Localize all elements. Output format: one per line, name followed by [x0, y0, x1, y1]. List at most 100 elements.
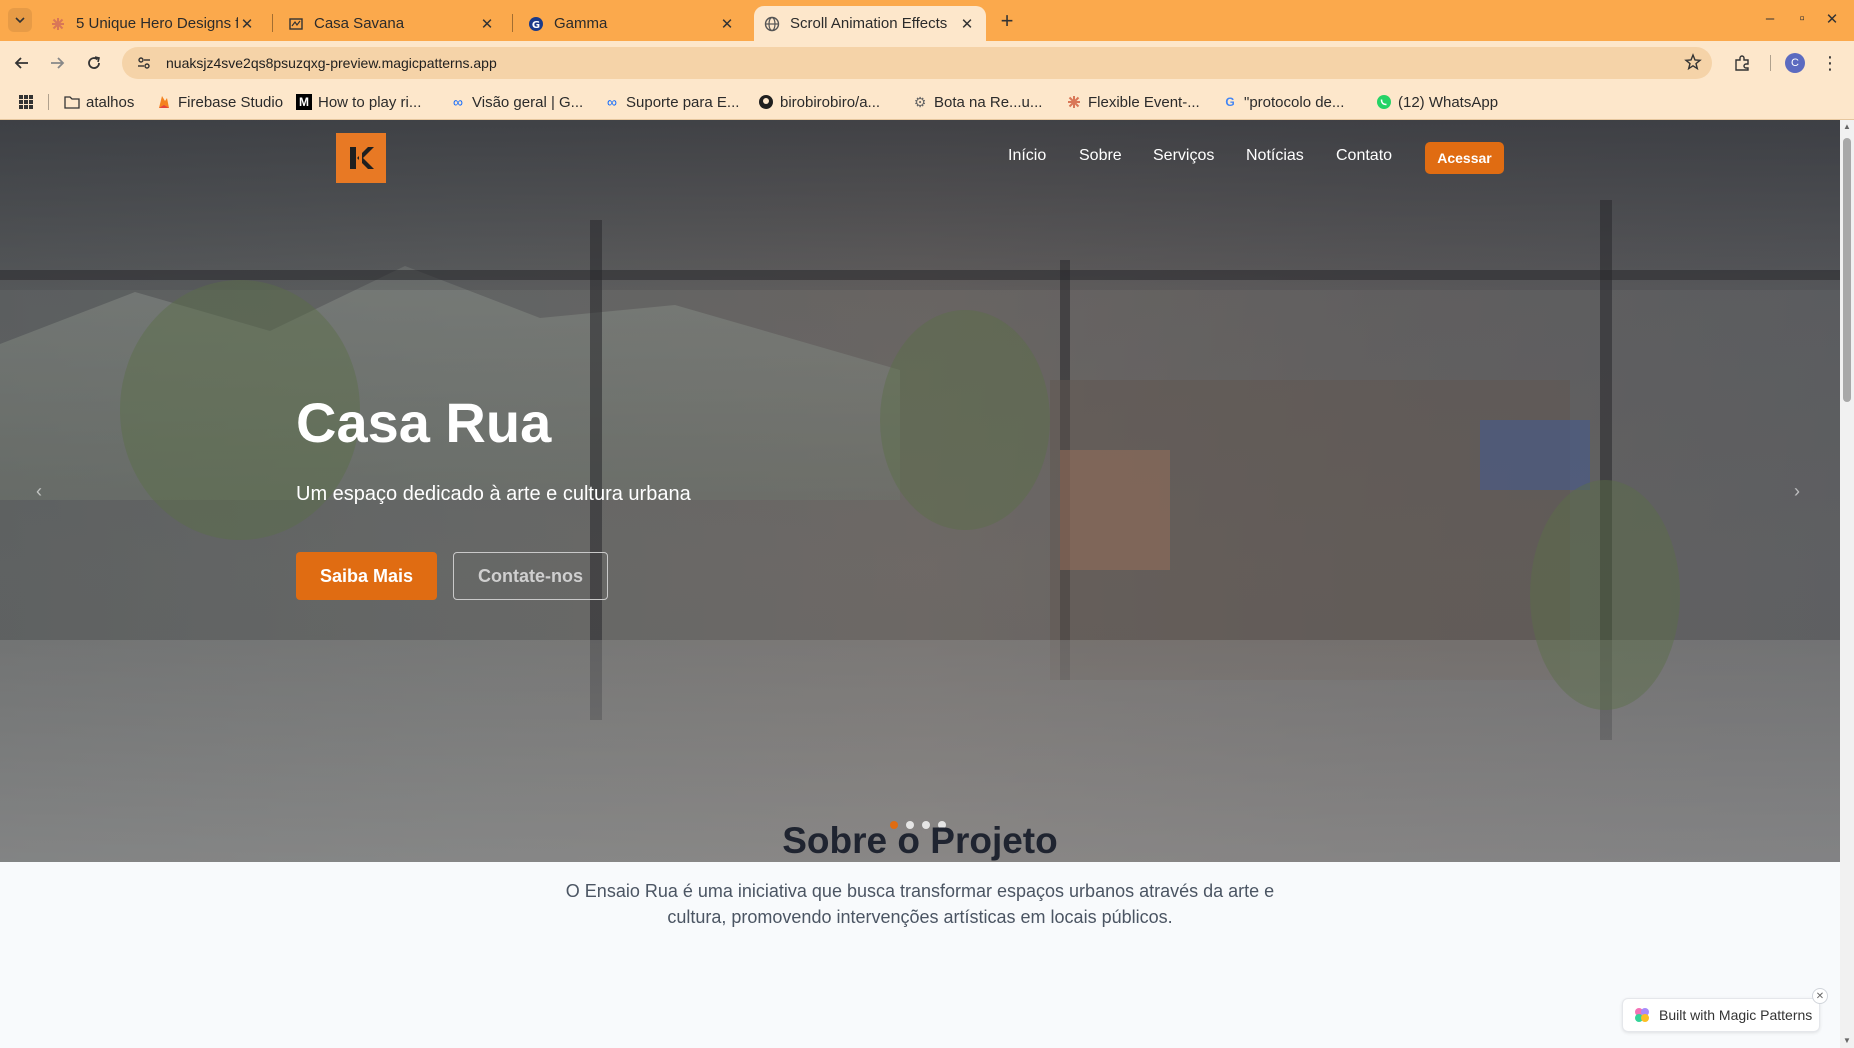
claude-icon	[1066, 94, 1082, 110]
hero-background-plant	[1530, 480, 1680, 710]
contate-nos-button[interactable]: Contate-nos	[453, 552, 608, 600]
badge-label: Built with Magic Patterns	[1659, 1007, 1813, 1023]
profile-avatar[interactable]: C	[1783, 51, 1807, 75]
meta-icon: ∞	[453, 94, 463, 110]
bookmark-label: Firebase Studio	[178, 93, 284, 111]
bookmark-star-icon[interactable]	[1684, 53, 1702, 76]
bookmark-label: Flexible Event-...	[1088, 93, 1200, 111]
page-viewport: Início Sobre Serviços Notícias Contato A…	[0, 120, 1840, 1048]
back-button[interactable]	[10, 51, 34, 75]
scroll-down-icon[interactable]: ▼	[1842, 1036, 1852, 1046]
address-bar[interactable]: nuaksjz4sve2qs8psuzqxg-preview.magicpatt…	[122, 47, 1712, 79]
bookmark-label: Suporte para E...	[626, 93, 740, 111]
bookmark-label: How to play ri...	[318, 93, 422, 111]
bookmark-label: "protocolo de...	[1244, 93, 1345, 111]
globe-icon	[764, 16, 780, 32]
extensions-icon[interactable]	[1730, 51, 1754, 75]
bookmark-label: birobirobiro/a...	[780, 93, 881, 111]
page-scrollbar[interactable]: ▲ ▼	[1840, 120, 1854, 1048]
window-close-button[interactable]: ✕	[1822, 10, 1842, 28]
close-icon[interactable]: ✕	[718, 15, 736, 33]
arrow-left-icon	[14, 57, 28, 69]
bookmark-birobirobiro[interactable]: birobirobiro/a...	[758, 92, 880, 112]
new-tab-button[interactable]: +	[994, 8, 1020, 34]
bookmarks-bar: atalhos Firebase Studio M How to play ri…	[0, 84, 1854, 120]
nav-noticias[interactable]: Notícias	[1246, 147, 1304, 165]
bookmark-suporte[interactable]: ∞ Suporte para E...	[604, 92, 739, 112]
tab-search-button[interactable]	[8, 8, 32, 32]
whatsapp-icon	[1376, 94, 1392, 110]
nav-inicio[interactable]: Início	[1008, 147, 1046, 165]
meta-icon: ∞	[607, 94, 617, 110]
hero-background-sign	[1060, 450, 1170, 570]
bookmark-how-to-play[interactable]: M How to play ri...	[296, 92, 421, 112]
casa-savana-icon	[288, 16, 304, 32]
browser-toolbar: nuaksjz4sve2qs8psuzqxg-preview.magicpatt…	[0, 41, 1854, 84]
tab-gamma[interactable]: G Gamma ✕	[518, 6, 746, 41]
nav-servicos[interactable]: Serviços	[1153, 147, 1214, 165]
carousel-prev-icon[interactable]: ‹	[36, 481, 42, 502]
carousel-next-icon[interactable]: ›	[1794, 481, 1800, 502]
site-logo[interactable]	[336, 133, 386, 183]
bookmark-firebase-studio[interactable]: Firebase Studio	[156, 92, 283, 112]
acessar-button[interactable]: Acessar	[1425, 142, 1504, 174]
nav-contato[interactable]: Contato	[1336, 147, 1392, 165]
reload-icon	[88, 56, 100, 69]
bookmark-label: atalhos	[86, 93, 135, 111]
google-icon: G	[1225, 95, 1235, 109]
tab-title: Scroll Animation Effects	[790, 15, 948, 32]
magic-patterns-icon	[1635, 1008, 1649, 1022]
bookmark-visao-geral[interactable]: ∞ Visão geral | G...	[450, 92, 583, 112]
menu-kebab-icon[interactable]: ⋮	[1818, 51, 1842, 75]
minimize-button[interactable]: –	[1760, 10, 1780, 27]
magic-patterns-badge[interactable]: Built with Magic Patterns	[1622, 998, 1820, 1032]
hero-title: Casa Rua	[296, 391, 552, 454]
close-icon[interactable]: ✕	[958, 15, 976, 33]
bookmark-whatsapp[interactable]: (12) WhatsApp	[1376, 92, 1498, 112]
nav-sobre[interactable]: Sobre	[1079, 147, 1122, 165]
plus-icon: +	[1000, 8, 1014, 33]
saiba-mais-button[interactable]: Saiba Mais	[296, 552, 437, 600]
badge-close-icon[interactable]: ✕	[1812, 988, 1828, 1004]
apps-grid-icon[interactable]	[18, 92, 34, 112]
tab-title: Casa Savana	[314, 15, 405, 32]
restore-button[interactable]: ▫	[1792, 10, 1812, 27]
tab-bar: 5 Unique Hero Designs fo ✕ Casa Savana ✕…	[0, 0, 1854, 41]
scroll-up-icon[interactable]: ▲	[1842, 122, 1852, 132]
about-text: O Ensaio Rua é uma iniciativa que busca …	[565, 881, 1275, 927]
tab-hero-designs[interactable]: 5 Unique Hero Designs fo ✕	[40, 6, 266, 41]
about-title: Sobre o Projeto	[782, 820, 1058, 861]
hero-background-plant	[880, 310, 1050, 530]
url-text: nuaksjz4sve2qs8psuzqxg-preview.magicpatt…	[166, 55, 497, 71]
close-icon[interactable]: ✕	[478, 15, 496, 33]
bookmark-label: Bota na Re...u...	[934, 93, 1043, 111]
bookmark-flexible-event[interactable]: Flexible Event-...	[1066, 92, 1200, 112]
bookmark-bota-na-rede[interactable]: ⚙ Bota na Re...u...	[912, 92, 1043, 112]
bookmark-atalhos[interactable]: atalhos	[64, 92, 134, 112]
tab-title: Gamma	[554, 15, 608, 32]
folder-icon	[64, 94, 80, 110]
bookmark-label: (12) WhatsApp	[1398, 93, 1499, 111]
hero-section: Início Sobre Serviços Notícias Contato A…	[0, 120, 1840, 862]
firebase-icon	[156, 94, 172, 110]
claude-icon	[50, 16, 66, 32]
github-icon	[758, 94, 774, 110]
reload-button[interactable]	[82, 51, 106, 75]
hero-background-beam	[0, 270, 1840, 280]
gamma-icon: G	[528, 16, 544, 32]
gear-icon: ⚙	[913, 93, 927, 110]
hero-background-screen	[1480, 420, 1590, 490]
medium-icon: M	[296, 94, 312, 110]
site-info-icon[interactable]	[132, 55, 156, 71]
scrollbar-thumb[interactable]	[1843, 138, 1851, 402]
close-icon[interactable]: ✕	[238, 15, 256, 33]
forward-button[interactable]	[45, 51, 69, 75]
bookmark-protocolo[interactable]: G "protocolo de...	[1222, 92, 1344, 112]
arrow-right-icon	[51, 57, 65, 69]
tab-casa-savana[interactable]: Casa Savana ✕	[278, 6, 506, 41]
bookmark-label: Visão geral | G...	[472, 93, 584, 111]
tab-scroll-animation[interactable]: Scroll Animation Effects ✕	[754, 6, 986, 41]
chevron-down-icon	[15, 17, 25, 24]
hero-subtitle: Um espaço dedicado à arte e cultura urba…	[296, 483, 691, 505]
svg-text:G: G	[532, 20, 540, 31]
